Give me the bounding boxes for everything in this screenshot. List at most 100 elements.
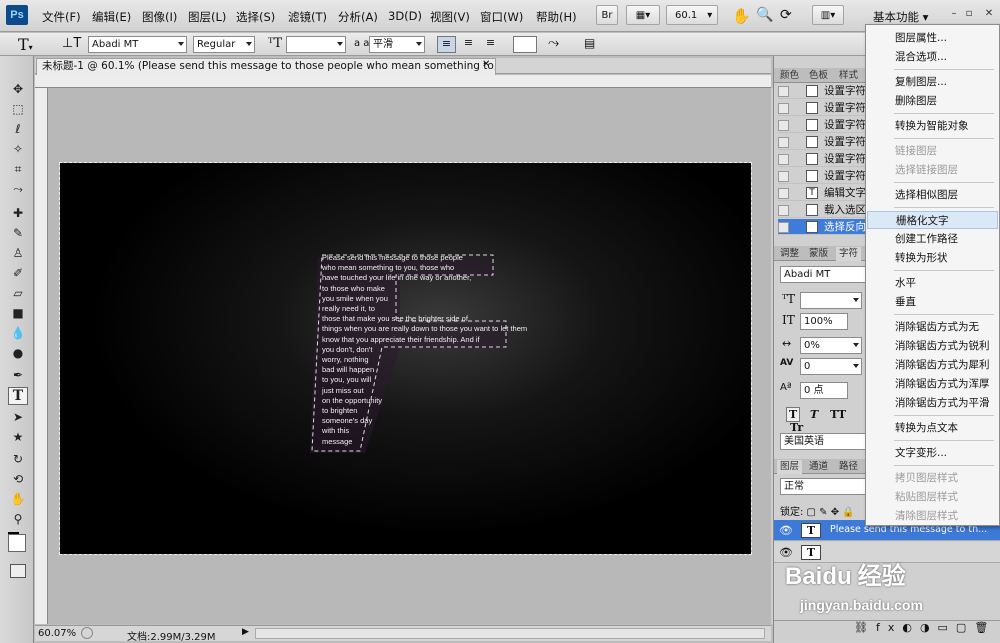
history-item[interactable]: 设置字符 (778, 151, 866, 167)
arrange-documents-button[interactable]: ▥▾ (812, 5, 844, 25)
context-menu-item[interactable]: 创建工作路径 (867, 230, 998, 248)
menu-7[interactable]: 3D(D) (388, 9, 422, 23)
align-right-icon[interactable]: ≡ (481, 36, 500, 53)
quick-mask-icon[interactable] (10, 564, 26, 578)
history-item[interactable]: 选择反向 (778, 219, 866, 235)
zoom-tool-icon[interactable]: 🔍 (756, 7, 773, 23)
tab-channels[interactable]: 通道 (806, 460, 831, 474)
context-menu-item[interactable]: 复制图层... (867, 73, 998, 91)
history-item[interactable]: 设置字符 (778, 117, 866, 133)
history-checkbox[interactable] (778, 171, 789, 182)
menu-1[interactable]: 编辑(E) (92, 9, 131, 25)
menu-8[interactable]: 视图(V) (430, 9, 470, 25)
character-panel-toggle-icon[interactable]: ▤ (584, 36, 595, 50)
dodge-tool-icon[interactable]: ● (8, 344, 28, 362)
3d-rotate-icon[interactable]: ↻ (8, 450, 28, 468)
tab-character[interactable]: 字符 (836, 247, 862, 261)
marquee-tool-icon[interactable]: ⬚ (8, 100, 28, 118)
menu-0[interactable]: 文件(F) (42, 9, 81, 25)
magic-wand-icon[interactable]: ✧ (8, 140, 28, 158)
menu-10[interactable]: 帮助(H) (536, 9, 577, 25)
faux-italic-button[interactable]: T (810, 408, 818, 421)
history-item[interactable]: 载入选区 (778, 202, 866, 218)
warp-text-icon[interactable]: ⤳ (548, 35, 559, 51)
history-checkbox[interactable] (778, 120, 789, 131)
tab-layers[interactable]: 图层 (777, 460, 803, 474)
tab-swatches[interactable]: 色板 (806, 69, 831, 83)
menu-5[interactable]: 滤镜(T) (288, 9, 327, 25)
context-menu-item[interactable]: 删除图层 (867, 92, 998, 110)
eraser-tool-icon[interactable]: ▱ (8, 284, 28, 302)
tab-color[interactable]: 颜色 (777, 69, 802, 83)
history-checkbox[interactable] (778, 103, 789, 114)
language-select[interactable]: 美国英语 (780, 433, 866, 450)
char-vscale-field[interactable]: 100% (800, 313, 848, 330)
path-selection-icon[interactable]: ➤ (8, 408, 28, 426)
view-extras-button[interactable]: ▦▾ (626, 5, 660, 25)
context-menu-item[interactable]: 消除锯齿方式为犀利 (867, 356, 998, 374)
brush-tool-icon[interactable]: ✎ (8, 224, 28, 242)
visibility-eye-icon[interactable]: 👁 (779, 524, 793, 537)
context-menu-item[interactable]: 消除锯齿方式为无 (867, 318, 998, 336)
lasso-tool-icon[interactable]: ℓ (8, 120, 28, 138)
align-left-icon[interactable]: ≡ (437, 36, 456, 53)
history-checkbox[interactable] (778, 222, 789, 233)
history-checkbox[interactable] (778, 188, 789, 199)
anti-alias-select[interactable]: 平滑 (369, 36, 425, 53)
font-style-select[interactable]: Regular (193, 36, 255, 53)
shape-tool-icon[interactable]: ★ (8, 428, 28, 446)
context-menu-item[interactable]: 文字变形... (867, 444, 998, 462)
align-center-icon[interactable]: ≡ (459, 36, 478, 53)
type-tool-icon[interactable]: T (8, 387, 28, 405)
gradient-tool-icon[interactable]: ■ (8, 304, 28, 322)
toggle-orientation-icon[interactable]: ⊥T (62, 36, 81, 51)
context-menu-item[interactable]: 混合选项... (867, 48, 998, 66)
document-canvas[interactable]: Please send this message to those people… (59, 162, 752, 555)
text-color-swatch[interactable] (513, 36, 537, 53)
tab-styles[interactable]: 样式 (836, 69, 861, 83)
hand-tool-icon[interactable]: ✋ (8, 490, 28, 508)
tab-paths[interactable]: 路径 (836, 460, 861, 474)
context-menu-item[interactable]: 消除锯齿方式为平滑 (867, 394, 998, 412)
context-menu-item[interactable]: 栅格化文字 (867, 211, 998, 229)
crop-tool-icon[interactable]: ⌗ (8, 160, 28, 178)
history-checkbox[interactable] (778, 137, 789, 148)
font-size-select[interactable] (286, 36, 346, 53)
history-item[interactable]: T 编辑文字 (778, 185, 866, 201)
context-menu-item[interactable]: 图层属性... (867, 29, 998, 47)
status-zoom[interactable]: 60.07% (38, 628, 76, 639)
history-item[interactable]: 设置字符 (778, 83, 866, 99)
pen-tool-icon[interactable]: ✒ (8, 366, 28, 384)
background-color-swatch[interactable] (8, 534, 26, 552)
char-tracking-pct-field[interactable]: 0% (800, 337, 862, 354)
context-menu-item[interactable]: 消除锯齿方式为浑厚 (867, 375, 998, 393)
zoom-level-combo[interactable]: 60.1 ▾ (666, 5, 718, 25)
clone-stamp-icon[interactable]: ♙ (8, 244, 28, 262)
3d-orbit-icon[interactable]: ⟲ (8, 470, 28, 488)
context-menu-item[interactable]: 水平 (867, 274, 998, 292)
context-menu-item[interactable]: 转换为点文本 (867, 419, 998, 437)
rotate-view-icon[interactable]: ⟳ (780, 7, 792, 23)
context-menu-item[interactable]: 转换为形状 (867, 249, 998, 267)
menu-2[interactable]: 图像(I) (142, 9, 177, 25)
history-checkbox[interactable] (778, 86, 789, 97)
char-font-field[interactable]: Abadi MT (780, 266, 866, 283)
history-item[interactable]: 设置字符 (778, 168, 866, 184)
menu-6[interactable]: 分析(A) (338, 9, 378, 25)
context-menu-item[interactable]: 消除锯齿方式为锐利 (867, 337, 998, 355)
tab-adjustments[interactable]: 调整 (777, 247, 802, 261)
status-info-icon[interactable] (81, 627, 93, 639)
close-document-icon[interactable]: ✕ (482, 59, 490, 70)
move-tool-icon[interactable]: ✥ (8, 80, 28, 98)
all-caps-button[interactable]: TT (830, 408, 846, 421)
history-checkbox[interactable] (778, 205, 789, 216)
bridge-button[interactable]: Br (596, 5, 618, 25)
char-baseline-field[interactable]: 0 点 (800, 382, 848, 399)
faux-bold-button[interactable]: T (786, 407, 801, 422)
history-item[interactable]: 设置字符 (778, 100, 866, 116)
blur-tool-icon[interactable]: 💧 (8, 324, 28, 342)
workspace-switcher[interactable]: 基本功能 ▾ (873, 9, 928, 25)
eyedropper-tool-icon[interactable]: ⤳ (8, 180, 28, 198)
text-tool-preset-icon[interactable]: T▾ (18, 35, 33, 54)
context-menu-item[interactable]: 转换为智能对象 (867, 117, 998, 135)
